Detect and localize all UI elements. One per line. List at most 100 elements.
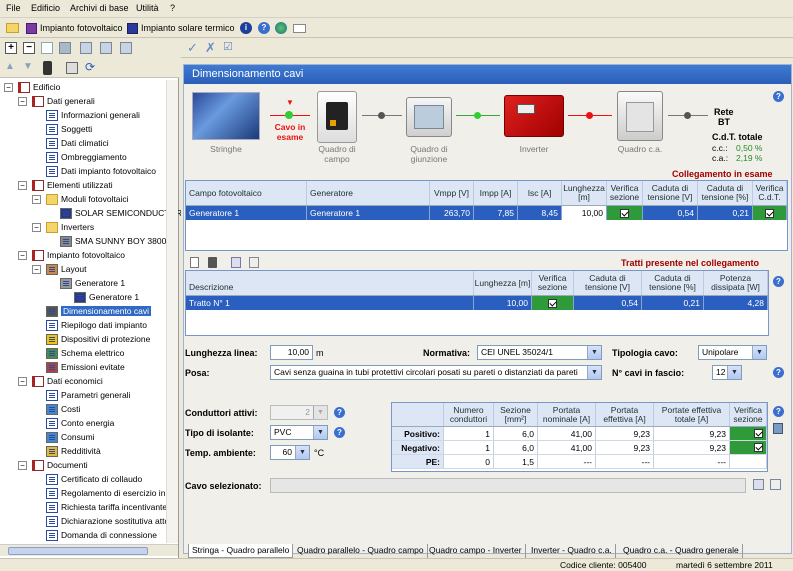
col-header[interactable]: Verifica C.d.T. — [753, 181, 787, 205]
help-icon[interactable]: ? — [773, 406, 784, 417]
collegamento-table[interactable]: Campo fotovoltaico Generatore Vmpp [V] I… — [185, 180, 788, 251]
tree-item[interactable]: Soggetti — [46, 122, 92, 136]
tree-item[interactable]: Elementi utilizzati — [32, 178, 113, 192]
col-header[interactable]: Generatore — [307, 181, 430, 205]
lunghezza-input[interactable]: 10,00 — [270, 345, 313, 360]
tree-item[interactable]: Certificato di collaudo — [46, 472, 142, 486]
refresh-icon[interactable]: ⟳ — [85, 61, 97, 73]
table-icon[interactable] — [773, 423, 783, 434]
tree-item[interactable]: Schema elettrico — [46, 346, 124, 360]
normativa-select[interactable]: CEI UNEL 35024/1 ▼ — [477, 345, 602, 360]
print-icon[interactable] — [66, 62, 78, 74]
tree-item[interactable]: Dispositivi di protezione — [46, 332, 150, 346]
isolante-select[interactable]: PVC ▼ — [270, 425, 328, 440]
table-cell[interactable]: 6,0 — [494, 427, 538, 440]
col-header[interactable]: Sezione [mm²] — [494, 403, 538, 426]
col-header[interactable]: Potenza dissipata [W] — [704, 271, 768, 295]
paste-icon[interactable] — [249, 257, 259, 268]
tree-item[interactable]: Inverters — [46, 220, 94, 234]
col-header[interactable]: Portate effettiva totale [A] — [654, 403, 730, 426]
col-header[interactable]: Numero conduttori — [444, 403, 494, 426]
arrow-up-icon[interactable]: ▲ — [5, 62, 17, 74]
tree-item[interactable]: Conto energia — [46, 416, 114, 430]
tree-item[interactable]: Dati economici — [32, 374, 103, 388]
col-header[interactable]: Isc [A] — [518, 181, 562, 205]
tree-item[interactable]: Emissioni evitate — [46, 360, 125, 374]
col-header[interactable]: Caduta di tensione [%] — [642, 271, 704, 295]
col-header[interactable]: Lunghezza [m] — [562, 181, 607, 205]
tab-quadro-ca-quadro-generale[interactable]: Quadro c.a. - Quadro generale — [620, 544, 743, 558]
tree-item[interactable]: Dimensionamento cavi — [46, 304, 151, 318]
tree-item[interactable]: SMA SUNNY BOY 3800 — [60, 234, 166, 248]
tree-item[interactable]: Ombreggiamento — [46, 150, 127, 164]
tree-item[interactable]: Generatore 1 — [74, 290, 139, 304]
table-row[interactable]: Generatore 1 Generatore 1 263,70 7,85 8,… — [186, 206, 787, 220]
menu-edificio[interactable]: Edificio — [31, 3, 60, 13]
traffic-light-icon[interactable] — [43, 61, 52, 75]
tipologia-select[interactable]: Unipolare ▼ — [698, 345, 767, 360]
help-icon[interactable]: ? — [334, 427, 345, 438]
collapse-icon[interactable]: − — [32, 223, 41, 232]
col-header[interactable]: Caduta di tensione [V] — [643, 181, 698, 205]
tree-item[interactable]: Generatore 1 — [60, 276, 125, 290]
help-icon[interactable]: ? — [773, 367, 784, 378]
col-header[interactable]: Caduta di tensione [%] — [698, 181, 753, 205]
col-header[interactable]: Descrizione — [186, 271, 474, 295]
info-icon[interactable]: i — [240, 21, 252, 35]
table-row[interactable]: Negativo: 1 6,0 41,00 9,23 9,23 — [392, 441, 767, 455]
clear-icon[interactable] — [770, 479, 781, 490]
tree-item[interactable]: Dati generali — [32, 94, 95, 108]
table-row[interactable]: Tratto N° 1 10,00 0,54 0,21 4,28 — [186, 296, 768, 310]
trash-icon[interactable] — [208, 257, 217, 268]
col-header[interactable]: Caduta di tensione [V] — [574, 271, 642, 295]
collapse-icon[interactable]: − — [4, 83, 13, 92]
tree-item[interactable]: Documenti — [32, 458, 88, 472]
tree-item[interactable]: Riepilogo dati impianto — [46, 318, 147, 332]
delete-icon[interactable] — [59, 42, 71, 54]
col-header[interactable]: Impp [A] — [474, 181, 518, 205]
conduttori-table[interactable]: Numero conduttori Sezione [mm²] Portata … — [391, 402, 768, 472]
help-icon[interactable]: ? — [773, 91, 784, 102]
help-icon[interactable]: ? — [773, 276, 784, 287]
tree-item[interactable]: Richiesta tariffa incentivante ( — [46, 500, 172, 514]
tree-item[interactable]: Costi — [46, 402, 80, 416]
table-row[interactable]: Positivo: 1 6,0 41,00 9,23 9,23 — [392, 427, 767, 441]
col-header[interactable]: Verifica sezione — [532, 271, 574, 295]
check-list-icon[interactable]: ☑ — [223, 40, 233, 53]
new-document-icon[interactable] — [41, 42, 53, 54]
table-cell[interactable]: 1 — [444, 441, 494, 454]
impianto-fotovoltaico-button[interactable]: Impianto fotovoltaico — [26, 21, 123, 35]
expand-all-icon[interactable]: + — [5, 42, 17, 54]
tab-inverter-quadro-ca[interactable]: Inverter - Quadro c.a. — [528, 544, 616, 558]
col-header[interactable]: Portata nominale [A] — [538, 403, 596, 426]
tree-item[interactable]: Dati climatici — [46, 136, 109, 150]
cavo-selezionato-field[interactable] — [270, 478, 746, 493]
select-cable-icon[interactable] — [753, 479, 764, 490]
tree-item[interactable]: Informazioni generali — [46, 108, 140, 122]
help-icon[interactable]: ? — [258, 21, 270, 35]
col-header[interactable]: Lunghezza [m] — [474, 271, 532, 295]
table-cell[interactable]: 1,5 — [494, 455, 538, 468]
collapse-icon[interactable]: − — [32, 195, 41, 204]
menu-file[interactable]: File — [6, 3, 21, 13]
copy-icon[interactable] — [80, 42, 92, 54]
arrange-icon[interactable] — [120, 42, 132, 54]
tratti-table[interactable]: Descrizione Lunghezza [m] Verifica sezio… — [185, 270, 769, 336]
table-row[interactable]: PE: 0 1,5 --- --- --- — [392, 455, 767, 469]
col-header[interactable]: Verifica sezione — [730, 403, 767, 426]
arrow-down-icon[interactable]: ▼ — [23, 62, 35, 74]
cancel-icon[interactable]: ✗ — [205, 40, 216, 56]
collapse-icon[interactable]: − — [18, 181, 27, 190]
collapse-icon[interactable]: − — [18, 251, 27, 260]
open-folder-icon[interactable] — [6, 21, 19, 35]
tree-item[interactable]: Redditività — [46, 444, 101, 458]
tree-item[interactable]: Dati impianto fotovoltaico — [46, 164, 156, 178]
table-cell[interactable]: 0 — [444, 455, 494, 468]
tree-item[interactable]: Impianto fotovoltaico — [32, 248, 125, 262]
tab-stringa-quadro-parallelo[interactable]: Stringa - Quadro parallelo — [188, 544, 294, 558]
ncavi-select[interactable]: 12 ▼ — [712, 365, 742, 380]
conduttori-select[interactable]: 2 ▼ — [270, 405, 328, 420]
table-cell[interactable]: 1 — [444, 427, 494, 440]
collapse-icon[interactable]: − — [18, 461, 27, 470]
confirm-icon[interactable]: ✓ — [187, 40, 198, 56]
